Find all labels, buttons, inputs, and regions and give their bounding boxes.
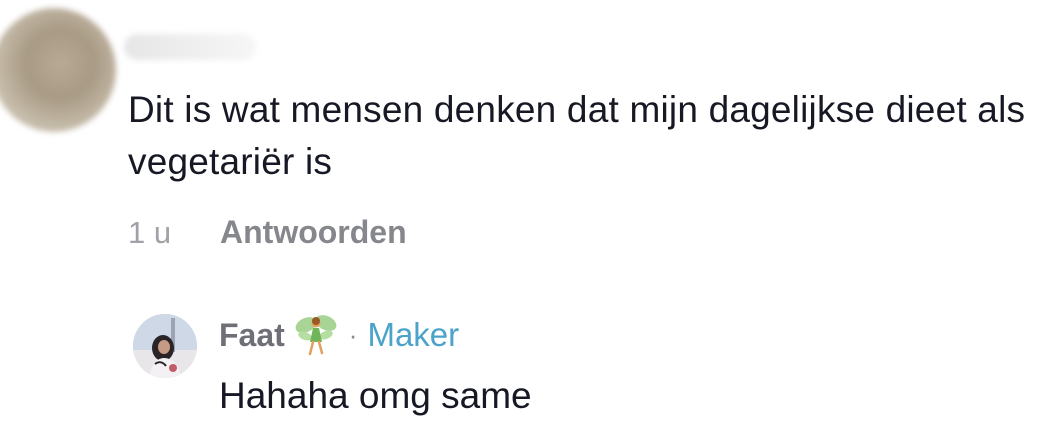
reply-header: Faat · Maker xyxy=(219,312,459,358)
comment-meta: 1 u Antwoorden xyxy=(128,214,407,251)
separator-dot: · xyxy=(348,319,358,350)
fairy-icon xyxy=(295,315,337,356)
commenter-avatar[interactable] xyxy=(0,8,116,132)
avatar-photo xyxy=(133,314,197,378)
reply-username[interactable]: Faat xyxy=(219,317,285,354)
commenter-username-blurred[interactable] xyxy=(124,34,256,60)
reply-avatar[interactable] xyxy=(133,314,197,378)
comment-text: Dit is wat mensen denken dat mijn dageli… xyxy=(128,89,1026,182)
reply-text: Hahaha omg same xyxy=(219,375,532,416)
comment-thread: Dit is wat mensen denken dat mijn dageli… xyxy=(0,0,1062,434)
comment-timestamp: 1 u xyxy=(128,214,172,250)
maker-badge: Maker xyxy=(367,316,460,353)
reply-button[interactable]: Antwoorden xyxy=(220,214,407,251)
